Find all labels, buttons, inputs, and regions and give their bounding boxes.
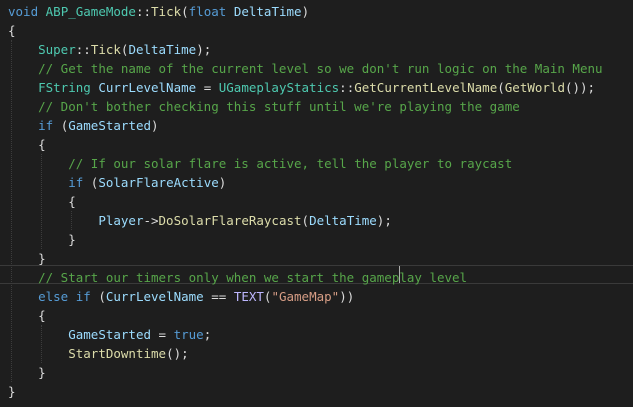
code-token: CurrLevelName	[105, 289, 204, 304]
code-token: GameStarted	[68, 327, 152, 342]
code-token: DeltaTime	[233, 4, 302, 19]
code-token: GetWorld	[504, 80, 565, 95]
code-token: ::	[75, 42, 91, 57]
code-line[interactable]: {	[8, 21, 16, 40]
code-token: )	[301, 4, 310, 19]
code-line[interactable]: GameStarted = true;	[8, 325, 211, 344]
code-token: {	[8, 308, 46, 323]
code-token: UGameplayStatics	[218, 80, 340, 95]
code-token: ))	[339, 289, 355, 304]
code-token: void	[8, 4, 39, 19]
code-line[interactable]: FString CurrLevelName = UGameplayStatics…	[8, 78, 595, 97]
code-line[interactable]: if (SolarFlareActive)	[8, 173, 226, 192]
code-token: ;	[203, 327, 212, 342]
code-token: ->	[143, 213, 159, 228]
code-token: GameStarted	[68, 118, 152, 133]
code-token: ::	[339, 80, 355, 95]
code-token: "GameMap"	[271, 289, 340, 304]
code-token: ==	[203, 289, 234, 304]
code-line[interactable]: // If our solar flare is active, tell th…	[8, 154, 512, 173]
code-line[interactable]: void ABP_GameMode::Tick(float DeltaTime)	[8, 2, 309, 21]
code-token: DeltaTime	[309, 213, 377, 228]
code-token: // Start our timers only when we start t…	[38, 270, 468, 285]
code-line[interactable]: {	[8, 192, 76, 211]
code-token: =	[151, 327, 174, 342]
code-line[interactable]: // Get the name of the current level so …	[8, 59, 603, 78]
code-line[interactable]: Player->DoSolarFlareRaycast(DeltaTime);	[8, 211, 392, 230]
code-token: CurrLevelName	[98, 80, 197, 95]
code-token: if	[38, 118, 54, 133]
code-token: true	[173, 327, 204, 342]
code-token: (	[497, 80, 505, 95]
code-token: FString	[38, 80, 91, 95]
code-token: (	[181, 4, 189, 19]
code-line[interactable]: {	[8, 306, 46, 325]
code-token: }	[8, 384, 16, 399]
code-token: );	[196, 42, 212, 57]
code-token: (	[53, 118, 69, 133]
code-token: )	[151, 118, 159, 133]
code-token: }	[8, 232, 76, 247]
code-token: {	[8, 23, 16, 38]
code-token: DoSolarFlareRaycast	[158, 213, 302, 228]
text-cursor	[399, 266, 400, 283]
code-token: {	[8, 194, 76, 209]
code-token: // If our solar flare is active, tell th…	[68, 156, 513, 171]
code-line[interactable]: Super::Tick(DeltaTime);	[8, 40, 211, 59]
code-token: ());	[564, 80, 596, 95]
code-editor[interactable]: void ABP_GameMode::Tick(float DeltaTime)…	[0, 0, 633, 407]
code-token: (	[90, 289, 106, 304]
code-token: ();	[166, 346, 189, 361]
code-line[interactable]: StartDowntime();	[8, 344, 189, 363]
code-token: )	[218, 175, 227, 190]
code-line[interactable]: }	[8, 230, 76, 249]
code-token: ABP_GameMode	[45, 4, 136, 19]
code-token: ::	[135, 4, 152, 19]
code-token: Tick	[90, 42, 121, 57]
code-token: Player	[98, 213, 144, 228]
code-token: GetCurrentLevelName	[354, 80, 498, 95]
code-token: }	[8, 365, 46, 380]
code-token: Tick	[151, 4, 182, 19]
code-token: );	[376, 213, 392, 228]
code-line[interactable]: {	[8, 135, 46, 154]
code-line[interactable]: if (GameStarted)	[8, 116, 159, 135]
code-token: SolarFlareActive	[98, 175, 219, 190]
code-line[interactable]: }	[8, 249, 46, 268]
code-line[interactable]: // Don't bother checking this stuff unti…	[8, 97, 520, 116]
code-token: StartDowntime	[68, 346, 167, 361]
code-token: (	[83, 175, 99, 190]
code-token: TEXT	[233, 289, 264, 304]
code-line[interactable]: }	[8, 382, 16, 401]
code-token: {	[8, 137, 46, 152]
code-token: else if	[38, 289, 91, 304]
code-line[interactable]: else if (CurrLevelName == TEXT("GameMap"…	[8, 287, 354, 306]
code-token: DeltaTime	[128, 42, 197, 57]
code-token: =	[196, 80, 219, 95]
code-token: float	[188, 4, 227, 19]
code-token: }	[8, 251, 46, 266]
code-line[interactable]: }	[8, 363, 46, 382]
code-token: Super	[38, 42, 76, 57]
code-token: // Get the name of the current level so …	[38, 61, 603, 76]
code-token: // Don't bother checking this stuff unti…	[38, 99, 520, 114]
code-token: if	[68, 175, 84, 190]
code-token: (	[301, 213, 310, 228]
